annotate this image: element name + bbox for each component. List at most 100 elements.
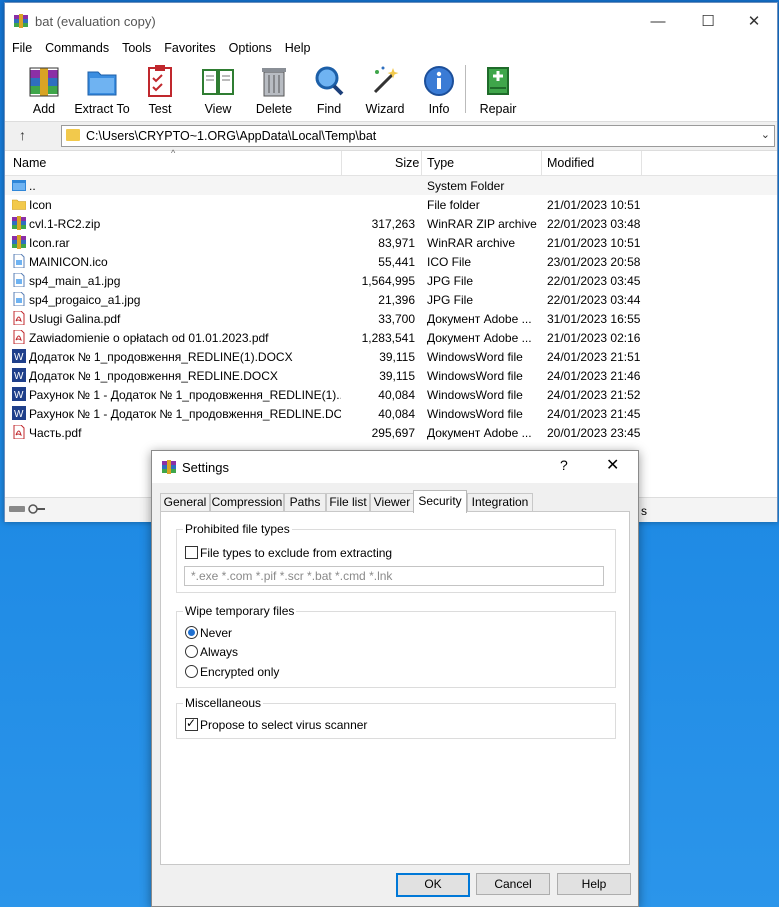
file-row[interactable]: W Додаток № 1_продовження_REDLINE(1).DOCX… [5, 347, 777, 366]
file-row[interactable]: Часть.pdf 295,697 Документ Adobe ... 20/01/… [5, 423, 777, 442]
group-title: Prohibited file types [183, 522, 292, 536]
file-modified: 22/01/2023 03:45 [547, 274, 641, 288]
file-row[interactable]: Zawiadomienie o opłatach od 01.01.2023.p… [5, 328, 777, 347]
close-button[interactable]: ✕ [731, 9, 777, 35]
file-type: Документ Adobe ... [427, 426, 532, 440]
file-modified: 20/01/2023 23:45 [547, 426, 641, 440]
winrar-app-icon [162, 460, 176, 474]
radio-never[interactable] [185, 626, 198, 639]
column-separator[interactable] [341, 151, 342, 175]
file-type: WindowsWord file [427, 388, 523, 402]
help-question-button[interactable]: ? [560, 457, 568, 473]
file-row[interactable]: sp4_progaico_a1.jpg 21,396 JPG File 22/01/2… [5, 290, 777, 309]
info-button[interactable]: Info [411, 61, 467, 117]
column-separator[interactable] [541, 151, 542, 175]
tab-viewer[interactable]: Viewer [370, 493, 414, 512]
tab-paths[interactable]: Paths [284, 493, 326, 512]
file-row[interactable]: sp4_main_a1.jpg 1,564,995 JPG File 22/01/20… [5, 271, 777, 290]
settings-dialog: Settings ? ✕ General Compression Paths F… [151, 450, 639, 907]
group-title: Wipe temporary files [183, 604, 297, 618]
file-row[interactable]: Icon File folder 21/01/2023 10:51 [5, 195, 777, 214]
repair-label: Repair [479, 102, 517, 116]
menu-options[interactable]: Options [222, 39, 278, 55]
path-combobox[interactable]: C:\Users\CRYPTO~1.ORG\AppData\Local\Temp… [61, 125, 775, 147]
extract-folder-icon [87, 71, 117, 96]
help-button[interactable]: Help [557, 873, 631, 895]
folder-icon [11, 197, 27, 211]
file-row[interactable]: .. System Folder [5, 176, 777, 195]
file-size: 40,084 [378, 407, 415, 421]
title-bar[interactable]: bat (evaluation copy) — ☐ ✕ [5, 3, 777, 39]
exclude-file-types-label[interactable]: File types to exclude from extracting [200, 546, 392, 560]
file-type: WinRAR ZIP archive [427, 217, 537, 231]
tab-general[interactable]: General [160, 493, 210, 512]
column-type[interactable]: Type [427, 156, 454, 170]
dialog-close-button[interactable]: ✕ [606, 455, 619, 475]
file-type: System Folder [427, 179, 505, 193]
group-title: Miscellaneous [183, 696, 264, 710]
dialog-title-bar[interactable]: Settings ? ✕ [152, 451, 638, 483]
exclude-file-types-checkbox[interactable] [185, 546, 198, 559]
file-size: 33,700 [378, 312, 415, 326]
excluded-types-field[interactable]: *.exe *.com *.pif *.scr *.bat *.cmd *.ln… [184, 566, 604, 586]
file-row[interactable]: W Рахунок № 1 - Додаток № 1_продовження_R… [5, 404, 777, 423]
menu-commands[interactable]: Commands [38, 39, 115, 55]
tab-security[interactable]: Security [413, 490, 467, 513]
tab-integration[interactable]: Integration [467, 493, 533, 512]
file-row[interactable]: cvl.1-RC2.zip 317,263 WinRAR ZIP archive 22… [5, 214, 777, 233]
pdf-icon [12, 329, 26, 345]
file-row[interactable]: Icon.rar 83,971 WinRAR archive 21/01/2023 1… [5, 233, 777, 252]
chevron-down-icon[interactable]: ⌄ [761, 128, 770, 141]
column-modified[interactable]: Modified [547, 156, 594, 170]
radio-always[interactable] [185, 645, 198, 658]
winrar-main-window: bat (evaluation copy) — ☐ ✕ File Commands… [4, 2, 778, 522]
tab-file-list[interactable]: File list [326, 493, 370, 512]
file-row[interactable]: W Рахунок № 1 - Додаток № 1_продовження_R… [5, 385, 777, 404]
menu-favorites[interactable]: Favorites [157, 39, 221, 55]
repair-button[interactable]: Repair [470, 61, 526, 117]
file-name: .. [29, 179, 36, 193]
cancel-button[interactable]: Cancel [476, 873, 550, 895]
ok-button[interactable]: OK [396, 873, 470, 897]
file-size: 39,115 [379, 369, 415, 383]
file-name: Icon [29, 198, 52, 212]
file-name: Icon.rar [29, 236, 70, 250]
radio-always-label[interactable]: Always [200, 645, 238, 659]
pdf-icon [12, 424, 26, 440]
rar-icon [12, 235, 26, 249]
winrar-app-icon [14, 14, 28, 28]
word-icon: W [12, 368, 26, 382]
file-modified: 22/01/2023 03:44 [547, 293, 641, 307]
toolbar: Add Extract To Test View Delete Find Wiz… [5, 59, 777, 119]
file-type: WindowsWord file [427, 369, 523, 383]
menu-tools[interactable]: Tools [115, 39, 157, 55]
file-type: Документ Adobe ... [427, 331, 532, 345]
file-row[interactable]: MAINICON.ico 55,441 ICO File 23/01/2023 20:… [5, 252, 777, 271]
tab-compression[interactable]: Compression [210, 493, 284, 512]
column-separator[interactable] [641, 151, 642, 175]
minimize-button[interactable]: — [635, 9, 681, 35]
file-type: JPG File [427, 293, 474, 307]
virus-scanner-label[interactable]: Propose to select virus scanner [200, 718, 367, 732]
svg-text:W: W [14, 352, 24, 363]
maximize-button[interactable]: ☐ [685, 9, 731, 35]
file-row[interactable]: W Додаток № 1_продовження_REDLINE.DOCX 39,… [5, 366, 777, 385]
menu-file[interactable]: File [5, 39, 38, 55]
radio-encrypted-only[interactable] [185, 665, 198, 678]
column-name[interactable]: Name [13, 156, 46, 170]
file-modified: 31/01/2023 16:55 [547, 312, 641, 326]
up-arrow-icon[interactable]: ↑ [19, 127, 26, 143]
column-separator[interactable] [421, 151, 422, 175]
wizard-wand-icon [373, 66, 399, 94]
file-size: 21,396 [378, 293, 415, 307]
word-icon: W [12, 349, 26, 363]
menu-help[interactable]: Help [278, 39, 317, 55]
column-size[interactable]: Size [395, 156, 419, 170]
virus-scanner-checkbox[interactable] [185, 716, 198, 731]
file-name: cvl.1-RC2.zip [29, 217, 101, 231]
radio-encrypted-only-label[interactable]: Encrypted only [200, 665, 279, 679]
status-text: s [641, 504, 647, 518]
folder-icon [66, 129, 80, 141]
radio-never-label[interactable]: Never [200, 626, 232, 640]
file-row[interactable]: Uslugi Galina.pdf 33,700 Документ Adobe ..… [5, 309, 777, 328]
